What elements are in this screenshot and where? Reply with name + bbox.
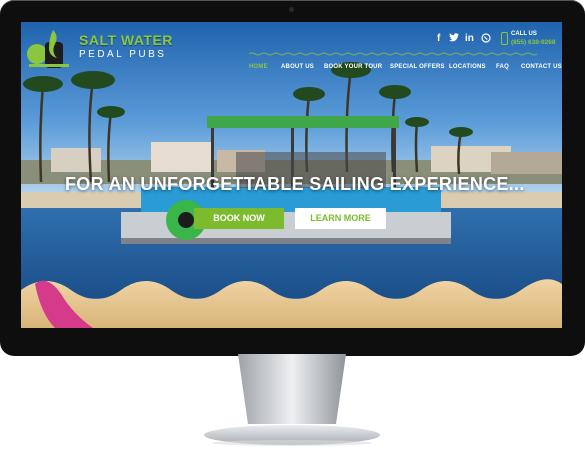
brand-logo[interactable]: SALT WATER PEDAL PUBS — [23, 28, 183, 72]
nav-item-book-your-tour[interactable]: BOOK YOUR TOUR — [324, 64, 382, 70]
nav-item-locations[interactable]: LOCATIONS — [449, 64, 486, 70]
nav-item-special-offers[interactable]: SPECIAL OFFERS — [390, 64, 445, 70]
whatsapp-icon[interactable] — [481, 33, 491, 46]
twitter-icon[interactable] — [449, 33, 459, 45]
learn-more-button[interactable]: LEARN MORE — [295, 208, 386, 229]
nav-item-faq[interactable]: FAQ — [496, 64, 509, 70]
webcam-dot — [289, 7, 294, 12]
monitor-bezel: SALT WATER PEDAL PUBS f in CALL US (855)… — [0, 0, 585, 356]
brand-name-line1: SALT WATER — [79, 32, 173, 48]
monitor-stand-base — [204, 425, 380, 446]
call-us-label: CALL US — [511, 31, 537, 37]
call-us-number[interactable]: (855) 638-9268 — [511, 39, 555, 46]
nav-item-about-us[interactable]: ABOUT US — [281, 64, 314, 70]
nav-item-home[interactable]: HOME — [249, 64, 268, 70]
phone-icon — [501, 32, 508, 45]
hero-headline: FOR AN UNFORGETTABLE SAILING EXPERIENCE.… — [65, 174, 525, 194]
site-header: SALT WATER PEDAL PUBS f in CALL US (855)… — [21, 22, 562, 78]
book-now-button[interactable]: BOOK NOW — [194, 208, 284, 229]
linkedin-icon[interactable]: in — [465, 33, 474, 44]
mermaid-logo-icon — [27, 30, 69, 68]
nav-item-contact-us[interactable]: CONTACT US — [521, 64, 562, 70]
facebook-icon[interactable]: f — [437, 33, 440, 44]
brand-name-line2: PEDAL PUBS — [79, 49, 167, 60]
call-us-block[interactable]: CALL US (855) 638-9268 — [501, 31, 561, 51]
website-screen: SALT WATER PEDAL PUBS f in CALL US (855)… — [21, 22, 562, 328]
